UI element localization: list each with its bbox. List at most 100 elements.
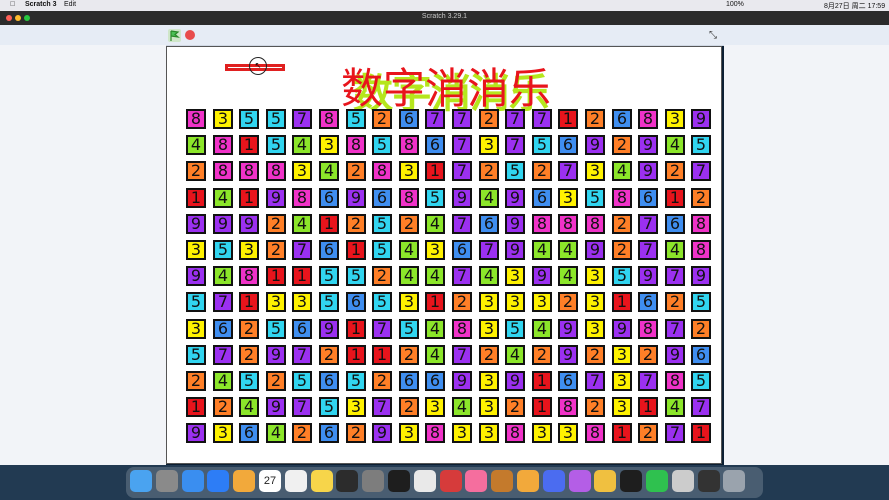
number-tile[interactable]: 4 <box>532 240 552 260</box>
number-tile[interactable]: 2 <box>558 292 578 312</box>
number-tile[interactable]: 5 <box>239 109 259 129</box>
number-tile[interactable]: 8 <box>585 423 605 443</box>
number-tile[interactable]: 7 <box>372 319 392 339</box>
number-tile[interactable]: 4 <box>665 135 685 155</box>
number-tile[interactable]: 7 <box>691 161 711 181</box>
photos-icon[interactable] <box>233 470 256 492</box>
number-tile[interactable]: 5 <box>266 319 286 339</box>
number-tile[interactable]: 5 <box>691 371 711 391</box>
number-tile[interactable]: 3 <box>399 292 419 312</box>
number-tile[interactable]: 8 <box>425 423 445 443</box>
stage[interactable]: ↖ 数字消消乐 数字消消乐 83557852677277126839481543… <box>166 46 722 464</box>
number-tile[interactable]: 3 <box>479 371 499 391</box>
number-tile[interactable]: 3 <box>479 292 499 312</box>
number-tile[interactable]: 7 <box>452 214 472 234</box>
number-tile[interactable]: 5 <box>505 161 525 181</box>
number-tile[interactable]: 3 <box>479 397 499 417</box>
number-tile[interactable]: 5 <box>346 266 366 286</box>
number-tile[interactable]: 4 <box>186 135 206 155</box>
number-tile[interactable]: 9 <box>638 135 658 155</box>
xmind-icon[interactable] <box>439 470 462 492</box>
number-tile[interactable]: 7 <box>558 161 578 181</box>
number-tile[interactable]: 2 <box>612 214 632 234</box>
number-tile[interactable]: 4 <box>213 371 233 391</box>
number-tile[interactable]: 7 <box>505 109 525 129</box>
number-tile[interactable]: 8 <box>558 397 578 417</box>
number-tile[interactable]: 8 <box>213 161 233 181</box>
number-tile[interactable]: 3 <box>585 292 605 312</box>
number-tile[interactable]: 6 <box>638 188 658 208</box>
number-tile[interactable]: 1 <box>346 345 366 365</box>
number-tile[interactable]: 2 <box>638 423 658 443</box>
number-tile[interactable]: 8 <box>585 214 605 234</box>
number-tile[interactable]: 7 <box>452 109 472 129</box>
game-icon[interactable] <box>491 470 514 492</box>
number-tile[interactable]: 4 <box>558 240 578 260</box>
app-menu[interactable]: Scratch 3 <box>25 1 57 8</box>
number-tile[interactable]: 5 <box>346 371 366 391</box>
number-tile[interactable]: 2 <box>346 161 366 181</box>
number-tile[interactable]: 5 <box>399 319 419 339</box>
number-tile[interactable]: 5 <box>186 292 206 312</box>
number-tile[interactable]: 2 <box>399 214 419 234</box>
number-tile[interactable]: 9 <box>691 266 711 286</box>
number-tile[interactable]: 9 <box>319 319 339 339</box>
number-tile[interactable]: 7 <box>425 109 445 129</box>
number-tile[interactable]: 4 <box>292 214 312 234</box>
number-tile[interactable]: 9 <box>585 240 605 260</box>
number-tile[interactable]: 8 <box>691 214 711 234</box>
number-tile[interactable]: 5 <box>691 292 711 312</box>
screencast-icon[interactable] <box>594 470 617 492</box>
number-tile[interactable]: 4 <box>213 266 233 286</box>
number-tile[interactable]: 5 <box>239 371 259 391</box>
number-tile[interactable]: 4 <box>399 240 419 260</box>
number-tile[interactable]: 3 <box>585 266 605 286</box>
number-tile[interactable]: 6 <box>372 188 392 208</box>
number-tile[interactable]: 3 <box>399 161 419 181</box>
number-tile[interactable]: 9 <box>186 214 206 234</box>
number-tile[interactable]: 4 <box>558 266 578 286</box>
number-tile[interactable]: 9 <box>612 319 632 339</box>
number-tile[interactable]: 2 <box>479 345 499 365</box>
number-tile[interactable]: 1 <box>691 423 711 443</box>
number-tile[interactable]: 5 <box>292 371 312 391</box>
number-tile[interactable]: 7 <box>292 345 312 365</box>
number-tile[interactable]: 1 <box>346 319 366 339</box>
number-tile[interactable]: 1 <box>425 161 445 181</box>
number-tile[interactable]: 1 <box>532 397 552 417</box>
number-tile[interactable]: 1 <box>319 214 339 234</box>
number-tile[interactable]: 1 <box>558 109 578 129</box>
number-tile[interactable]: 1 <box>266 266 286 286</box>
app-icon[interactable] <box>542 470 565 492</box>
number-tile[interactable]: 2 <box>266 371 286 391</box>
number-tile[interactable]: 7 <box>638 371 658 391</box>
number-tile[interactable]: 2 <box>532 161 552 181</box>
trash-icon[interactable] <box>723 470 746 492</box>
number-tile[interactable]: 9 <box>266 188 286 208</box>
number-tile[interactable]: 9 <box>452 371 472 391</box>
settings-icon[interactable] <box>362 470 385 492</box>
number-tile[interactable]: 4 <box>479 188 499 208</box>
window-icon[interactable] <box>697 470 720 492</box>
number-tile[interactable]: 1 <box>239 135 259 155</box>
number-tile[interactable]: 6 <box>239 423 259 443</box>
number-tile[interactable]: 4 <box>665 397 685 417</box>
safari-icon[interactable] <box>181 470 204 492</box>
number-tile[interactable]: 7 <box>638 240 658 260</box>
number-tile[interactable]: 7 <box>665 319 685 339</box>
number-tile[interactable]: 2 <box>319 345 339 365</box>
number-tile[interactable]: 2 <box>479 161 499 181</box>
number-tile[interactable]: 8 <box>638 109 658 129</box>
number-tile[interactable]: 2 <box>372 109 392 129</box>
number-tile[interactable]: 3 <box>425 240 445 260</box>
number-tile[interactable]: 9 <box>558 345 578 365</box>
number-tile[interactable]: 2 <box>612 135 632 155</box>
number-tile[interactable]: 2 <box>239 345 259 365</box>
number-tile[interactable]: 6 <box>612 109 632 129</box>
number-tile[interactable]: 8 <box>558 214 578 234</box>
number-tile[interactable]: 8 <box>346 135 366 155</box>
number-tile[interactable]: 7 <box>452 345 472 365</box>
reminders-icon[interactable] <box>284 470 307 492</box>
number-tile[interactable]: 9 <box>186 423 206 443</box>
number-tile[interactable]: 4 <box>292 135 312 155</box>
